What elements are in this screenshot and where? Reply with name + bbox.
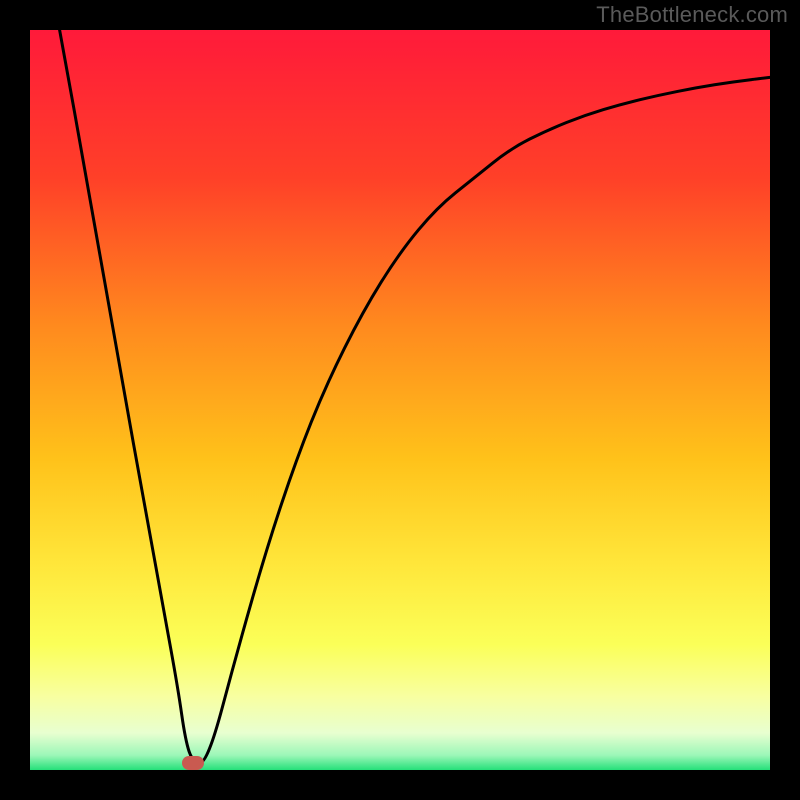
bottleneck-chart bbox=[30, 30, 770, 770]
plot-area bbox=[30, 30, 770, 770]
watermark-text: TheBottleneck.com bbox=[596, 2, 788, 28]
gradient-background bbox=[30, 30, 770, 770]
optimal-point-marker bbox=[182, 756, 204, 770]
chart-frame: TheBottleneck.com bbox=[0, 0, 800, 800]
